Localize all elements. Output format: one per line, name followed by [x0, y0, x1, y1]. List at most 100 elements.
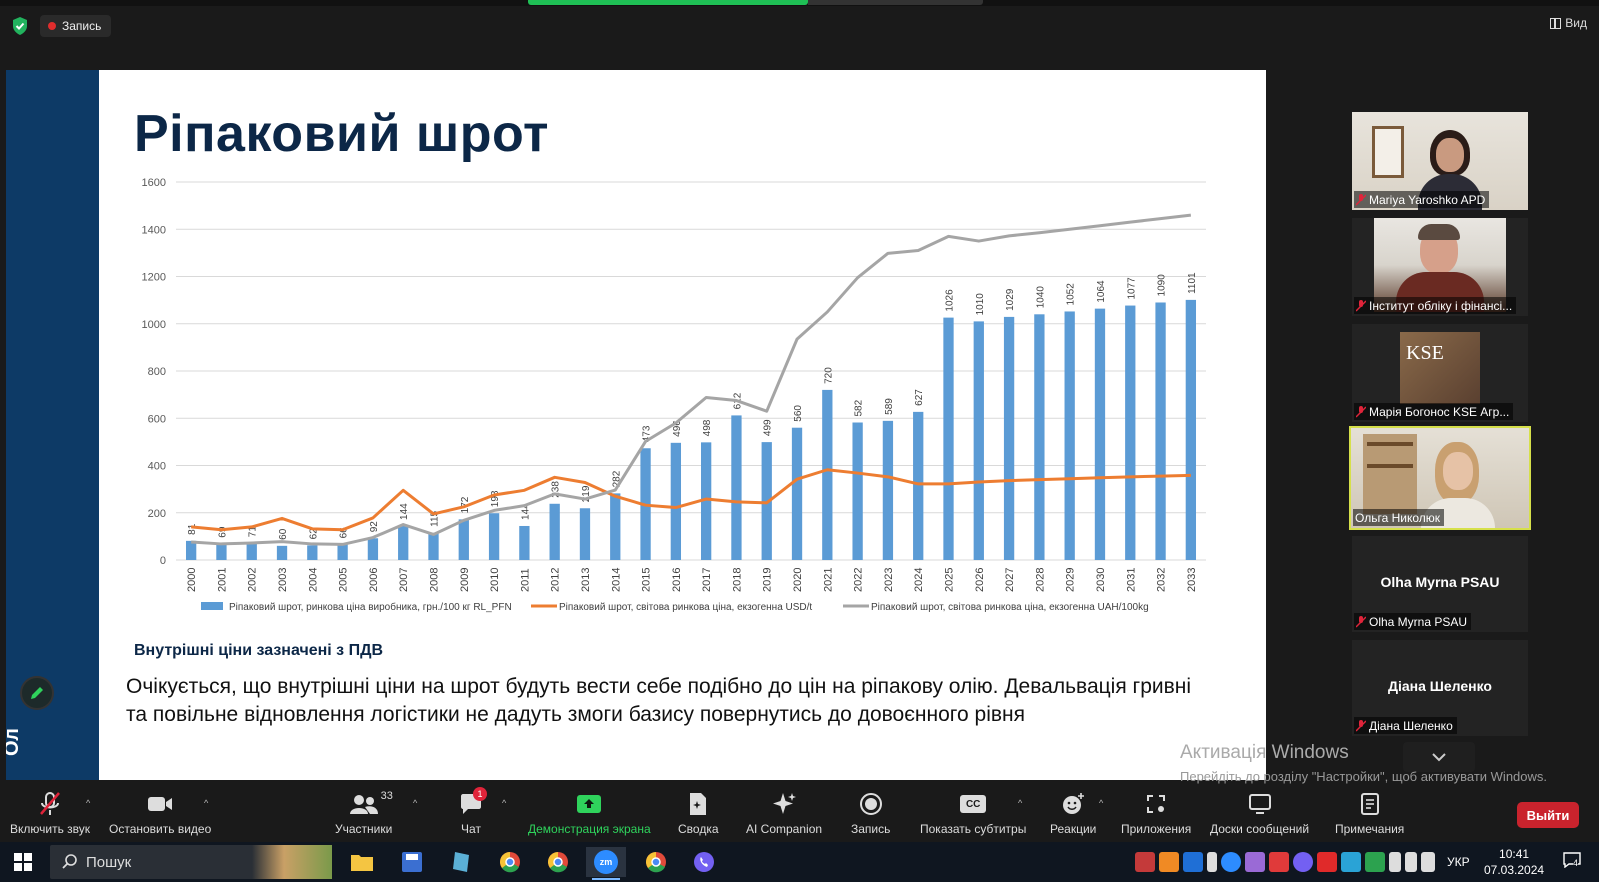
- clock-time: 10:41: [1499, 847, 1530, 861]
- record-button[interactable]: Запись: [851, 790, 890, 836]
- captions-options-caret[interactable]: ^: [1018, 798, 1022, 808]
- x-tick-label: 2027: [1004, 568, 1016, 592]
- taskbar-clock[interactable]: 10:41 07.03.2024: [1484, 846, 1544, 878]
- share-indicator-bar[interactable]: [528, 0, 808, 5]
- audio-options-caret[interactable]: ^: [86, 798, 90, 808]
- bar-data-label: 92: [369, 521, 380, 533]
- bar-2031: [1125, 305, 1136, 560]
- bar-2001: [216, 543, 227, 560]
- notification-center-icon[interactable]: 4: [1563, 852, 1581, 871]
- x-tick-label: 2019: [762, 568, 774, 592]
- bar-data-label: 144: [399, 503, 410, 520]
- participants-button[interactable]: 33 Участники: [335, 790, 393, 836]
- taskbar-chrome-profile-icon[interactable]: [538, 847, 578, 877]
- system-tray-icons[interactable]: [1135, 852, 1435, 872]
- participant-logo: KSE: [1400, 332, 1480, 404]
- taskbar-file-explorer-icon[interactable]: [342, 847, 382, 877]
- unmute-button[interactable]: Включить звук: [10, 790, 90, 836]
- participant-name: Ольга Николюк: [1353, 509, 1444, 526]
- taskbar-save-app-icon[interactable]: [392, 847, 432, 877]
- chat-options-caret[interactable]: ^: [502, 798, 506, 808]
- notes-button[interactable]: Примечания: [1335, 790, 1404, 836]
- x-tick-label: 2017: [701, 568, 713, 592]
- taskbar-chrome-icon[interactable]: [490, 847, 530, 877]
- x-tick-label: 2010: [489, 568, 501, 592]
- bar-data-label: 60: [278, 528, 289, 540]
- taskbar-chrome-second-icon[interactable]: [636, 847, 676, 877]
- participant-tile[interactable]: Діана Шеленко Діана Шеленко: [1352, 640, 1528, 736]
- bar-2029: [1064, 311, 1075, 560]
- share-indicator-bar-dark[interactable]: [808, 0, 983, 5]
- bar-2025: [943, 317, 954, 560]
- x-tick-label: 2023: [883, 568, 895, 592]
- x-tick-label: 2029: [1065, 568, 1077, 592]
- participant-name: Mariya Yaroshko APD: [1354, 191, 1490, 208]
- security-shield-icon[interactable]: [10, 16, 30, 36]
- x-tick-label: 2004: [307, 568, 319, 592]
- x-tick-label: 2032: [1156, 568, 1168, 592]
- smiley-icon: [1063, 793, 1085, 814]
- participant-tile[interactable]: KSE Марія Богонос KSE Агр...: [1352, 324, 1528, 422]
- ai-companion-button[interactable]: AI Companion: [746, 790, 822, 836]
- summary-document-icon: [690, 793, 707, 815]
- participant-tile[interactable]: Інститут обліку і фінансі...: [1352, 218, 1528, 316]
- reactions-options-caret[interactable]: ^: [1099, 798, 1103, 808]
- whiteboard-icon: [1248, 794, 1271, 814]
- view-label: Вид: [1565, 16, 1587, 30]
- view-grid-icon: [1550, 17, 1562, 29]
- show-captions-button[interactable]: CC Показать субтитры: [920, 790, 1026, 836]
- annotation-pen-icon[interactable]: [20, 676, 54, 710]
- bar-2033: [1185, 299, 1197, 560]
- x-tick-label: 2015: [641, 568, 653, 592]
- taskbar-viber-icon[interactable]: [684, 847, 724, 877]
- participants-count: 33: [380, 790, 393, 802]
- participant-tile-active-speaker[interactable]: Ольга Николюк: [1349, 426, 1531, 530]
- bar-data-label: 582: [854, 399, 865, 416]
- windows-activation-title: Активація Windows: [1180, 742, 1349, 763]
- windows-start-icon[interactable]: [14, 853, 32, 871]
- y-tick-label: 1000: [142, 319, 166, 331]
- share-screen-button[interactable]: Демонстрация экрана: [528, 790, 651, 836]
- view-button[interactable]: Вид: [1550, 16, 1587, 30]
- bar-data-label: 1010: [975, 293, 986, 316]
- muted-microphone-icon: [40, 792, 60, 815]
- bar-data-label: 1052: [1066, 283, 1077, 306]
- x-tick-label: 2012: [550, 568, 562, 592]
- vat-note: Внутрішні ціни зазначені з ПДВ: [134, 642, 384, 659]
- taskbar-zoom-icon[interactable]: zm: [586, 847, 626, 880]
- y-tick-label: 800: [148, 366, 166, 378]
- x-tick-label: 2028: [1034, 568, 1046, 592]
- windows-activation-watermark: Активація Windows Перейдіть до розділу "…: [1180, 742, 1550, 786]
- x-tick-label: 2005: [338, 568, 350, 592]
- participant-avatar-name: Діана Шеленко: [1388, 678, 1492, 694]
- apps-button[interactable]: Приложения: [1121, 790, 1191, 836]
- stop-video-button[interactable]: Остановить видео: [109, 790, 211, 836]
- video-options-caret[interactable]: ^: [204, 798, 208, 808]
- bar-data-label: 589: [884, 398, 895, 415]
- x-tick-label: 2025: [944, 568, 956, 592]
- closed-captions-icon: CC: [960, 795, 987, 813]
- taskbar-search-box[interactable]: Пошук: [50, 845, 332, 879]
- bar-2027: [1003, 316, 1015, 560]
- whiteboards-button[interactable]: Доски сообщений: [1210, 790, 1309, 836]
- summary-button[interactable]: Сводка: [678, 790, 719, 836]
- participants-options-caret[interactable]: ^: [413, 798, 417, 808]
- reactions-button[interactable]: Реакции: [1050, 790, 1096, 836]
- taskbar-notes-app-icon[interactable]: [442, 847, 482, 877]
- bar-data-label: 1090: [1157, 274, 1168, 297]
- bar-2023: [882, 420, 894, 560]
- recording-indicator[interactable]: Запись: [40, 15, 112, 37]
- x-tick-label: 2002: [247, 568, 259, 592]
- participant-tile[interactable]: Mariya Yaroshko APD: [1352, 112, 1528, 210]
- chat-unread-badge: 1: [473, 787, 487, 801]
- bar-data-label: 1026: [945, 289, 956, 312]
- bar-data-label: 627: [914, 389, 925, 406]
- leave-meeting-button[interactable]: Выйти: [1517, 802, 1579, 828]
- participant-tile[interactable]: Olha Myrna PSAU Olha Myrna PSAU: [1352, 536, 1528, 632]
- participant-name: Марія Богонос KSE Агр...: [1354, 403, 1514, 420]
- y-tick-label: 600: [148, 413, 166, 425]
- bar-2032: [1155, 302, 1166, 560]
- chat-button[interactable]: 1 Чат: [459, 787, 487, 836]
- bar-2011: [519, 525, 530, 560]
- keyboard-language[interactable]: УКР: [1447, 855, 1470, 869]
